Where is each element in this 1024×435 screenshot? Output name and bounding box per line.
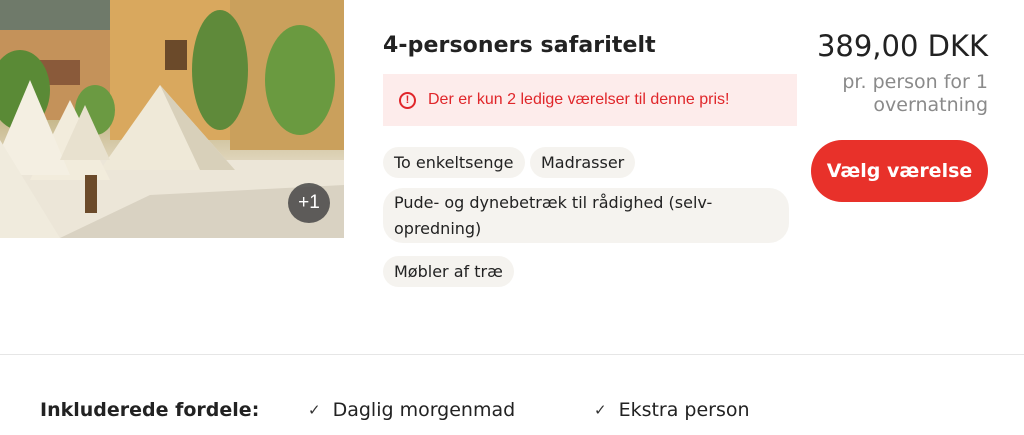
benefit-item: ✓ Daglig morgenmad bbox=[308, 399, 515, 421]
amenity-tag: Pude- og dynebetræk til rådighed (selv-o… bbox=[383, 188, 789, 243]
room-title: 4-personers safaritelt bbox=[383, 33, 656, 58]
included-benefits-label: Inkluderede fordele: bbox=[40, 399, 260, 421]
benefit-item-label: Daglig morgenmad bbox=[332, 399, 516, 421]
availability-alert: ! Der er kun 2 ledige værelser til denne… bbox=[383, 74, 797, 126]
benefit-item-label: Ekstra person bbox=[618, 399, 750, 421]
room-price: 389,00 DKK bbox=[816, 29, 988, 63]
price-note: pr. person for 1 overnatning bbox=[842, 71, 988, 116]
exclamation-circle-icon: ! bbox=[399, 91, 416, 109]
check-icon: ✓ bbox=[594, 401, 607, 419]
room-photo[interactable]: +1 bbox=[0, 0, 344, 238]
select-room-button[interactable]: Vælg værelse bbox=[811, 140, 988, 202]
more-photos-badge[interactable]: +1 bbox=[288, 183, 330, 223]
amenity-tag: Møbler af træ bbox=[383, 256, 514, 287]
section-divider bbox=[0, 354, 1024, 355]
amenity-tag: To enkeltsenge bbox=[383, 147, 525, 178]
amenity-tag: Madrasser bbox=[530, 147, 636, 178]
availability-alert-text: Der er kun 2 ledige værelser til denne p… bbox=[428, 91, 730, 108]
check-icon: ✓ bbox=[308, 401, 321, 419]
benefit-item: ✓ Ekstra person bbox=[594, 399, 750, 421]
